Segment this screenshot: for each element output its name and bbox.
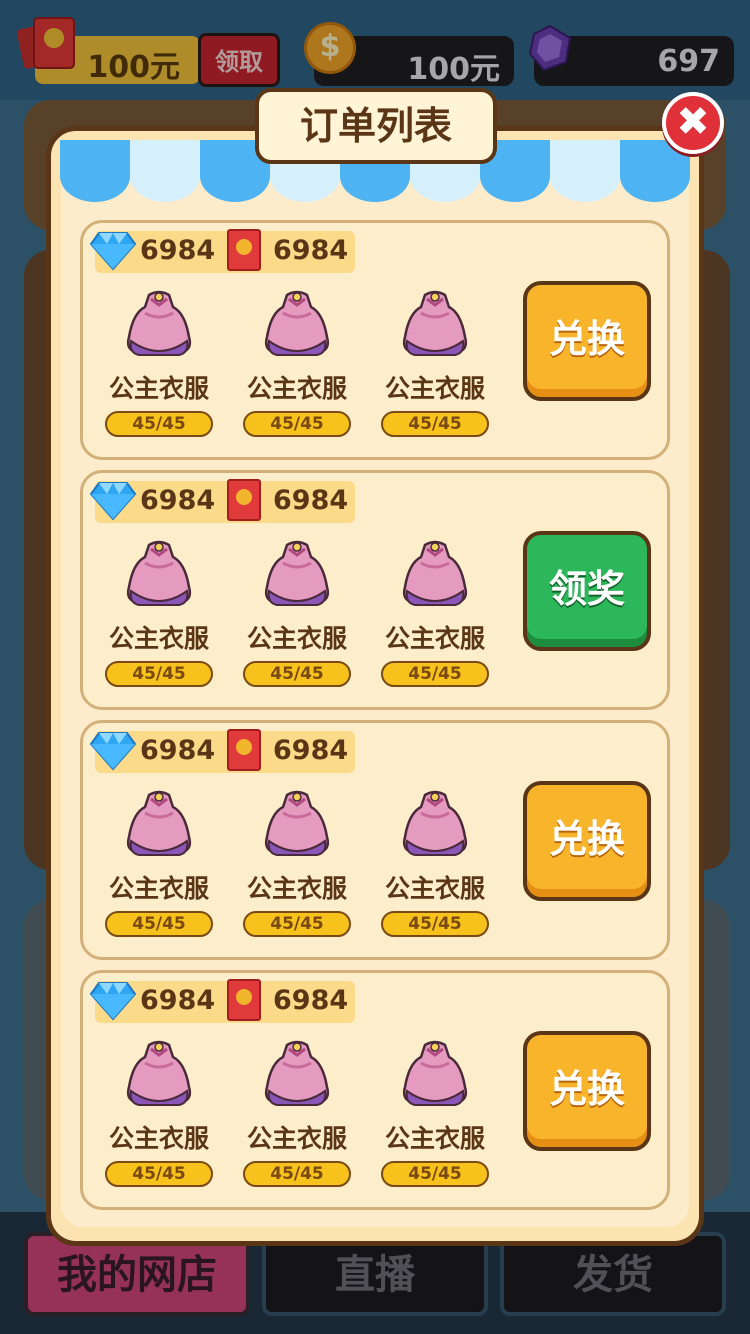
order-card: 6984 6984 公主衣服 45/45 公主衣服 45/45 公主衣服 45/… — [80, 720, 670, 960]
diamond-icon — [89, 982, 137, 1021]
order-rewards: 6984 6984 — [89, 229, 355, 273]
order-action-button[interactable]: 领奖 — [523, 531, 651, 651]
princess-dress-icon — [402, 290, 468, 356]
princess-dress-icon — [126, 1040, 192, 1106]
order-rewards: 6984 6984 — [89, 729, 355, 773]
princess-dress-icon — [402, 790, 468, 856]
order-card: 6984 6984 公主衣服 45/45 公主衣服 45/45 公主衣服 45/… — [80, 970, 670, 1210]
diamond-reward: 6984 — [140, 235, 216, 266]
princess-dress-icon — [402, 1040, 468, 1106]
item-name: 公主衣服 — [384, 624, 485, 653]
close-icon: ✖ — [676, 99, 710, 145]
redpacket-reward: 6984 — [273, 985, 349, 1016]
item-name: 公主衣服 — [108, 624, 209, 653]
diamond-reward: 6984 — [140, 985, 216, 1016]
order-action-button[interactable]: 兑换 — [523, 281, 651, 401]
item-progress: 45/45 — [243, 661, 351, 687]
princess-dress-icon — [126, 290, 192, 356]
item-name: 公主衣服 — [246, 874, 347, 903]
diamond-icon — [89, 732, 137, 771]
item-progress: 45/45 — [105, 411, 213, 437]
order-card: 6984 6984 公主衣服 45/45 公主衣服 45/45 公主衣服 45/… — [80, 470, 670, 710]
item-name: 公主衣服 — [246, 1124, 347, 1153]
princess-dress-icon — [264, 540, 330, 606]
item-name: 公主衣服 — [108, 1124, 209, 1153]
redpacket-icon — [227, 729, 261, 771]
item-progress: 45/45 — [381, 411, 489, 437]
diamond-icon — [89, 232, 137, 271]
diamond-icon — [89, 482, 137, 521]
item-progress: 45/45 — [105, 661, 213, 687]
order-item: 公主衣服 45/45 — [103, 287, 215, 447]
item-name: 公主衣服 — [384, 374, 485, 403]
order-rewards: 6984 6984 — [89, 979, 355, 1023]
order-item: 公主衣服 45/45 — [103, 1037, 215, 1197]
item-name: 公主衣服 — [384, 874, 485, 903]
redpacket-reward: 6984 — [273, 235, 349, 266]
redpacket-icon — [227, 479, 261, 521]
redpacket-reward: 6984 — [273, 735, 349, 766]
princess-dress-icon — [402, 540, 468, 606]
princess-dress-icon — [264, 1040, 330, 1106]
order-item: 公主衣服 45/45 — [103, 537, 215, 697]
close-button[interactable]: ✖ — [662, 92, 724, 154]
item-name: 公主衣服 — [108, 874, 209, 903]
order-item: 公主衣服 45/45 — [379, 287, 491, 447]
item-progress: 45/45 — [105, 1161, 213, 1187]
order-item: 公主衣服 45/45 — [379, 537, 491, 697]
princess-dress-icon — [264, 290, 330, 356]
order-card: 6984 6984 公主衣服 45/45 公主衣服 45/45 公主衣服 45/… — [80, 220, 670, 460]
order-rewards: 6984 6984 — [89, 479, 355, 523]
item-name: 公主衣服 — [384, 1124, 485, 1153]
item-progress: 45/45 — [381, 911, 489, 937]
item-name: 公主衣服 — [108, 374, 209, 403]
order-item: 公主衣服 45/45 — [103, 787, 215, 947]
princess-dress-icon — [126, 540, 192, 606]
diamond-reward: 6984 — [140, 735, 216, 766]
order-item: 公主衣服 45/45 — [241, 287, 353, 447]
modal-title: 订单列表 — [255, 88, 497, 164]
item-name: 公主衣服 — [246, 374, 347, 403]
item-progress: 45/45 — [243, 1161, 351, 1187]
item-progress: 45/45 — [381, 661, 489, 687]
order-item: 公主衣服 45/45 — [241, 1037, 353, 1197]
redpacket-icon — [227, 229, 261, 271]
order-action-button[interactable]: 兑换 — [523, 781, 651, 901]
item-progress: 45/45 — [243, 911, 351, 937]
item-progress: 45/45 — [243, 411, 351, 437]
order-item: 公主衣服 45/45 — [241, 537, 353, 697]
redpacket-reward: 6984 — [273, 485, 349, 516]
order-item: 公主衣服 45/45 — [241, 787, 353, 947]
order-action-button[interactable]: 兑换 — [523, 1031, 651, 1151]
item-name: 公主衣服 — [246, 624, 347, 653]
item-progress: 45/45 — [105, 911, 213, 937]
item-progress: 45/45 — [381, 1161, 489, 1187]
order-item: 公主衣服 45/45 — [379, 787, 491, 947]
princess-dress-icon — [126, 790, 192, 856]
princess-dress-icon — [264, 790, 330, 856]
diamond-reward: 6984 — [140, 485, 216, 516]
order-item: 公主衣服 45/45 — [379, 1037, 491, 1197]
redpacket-icon — [227, 979, 261, 1021]
